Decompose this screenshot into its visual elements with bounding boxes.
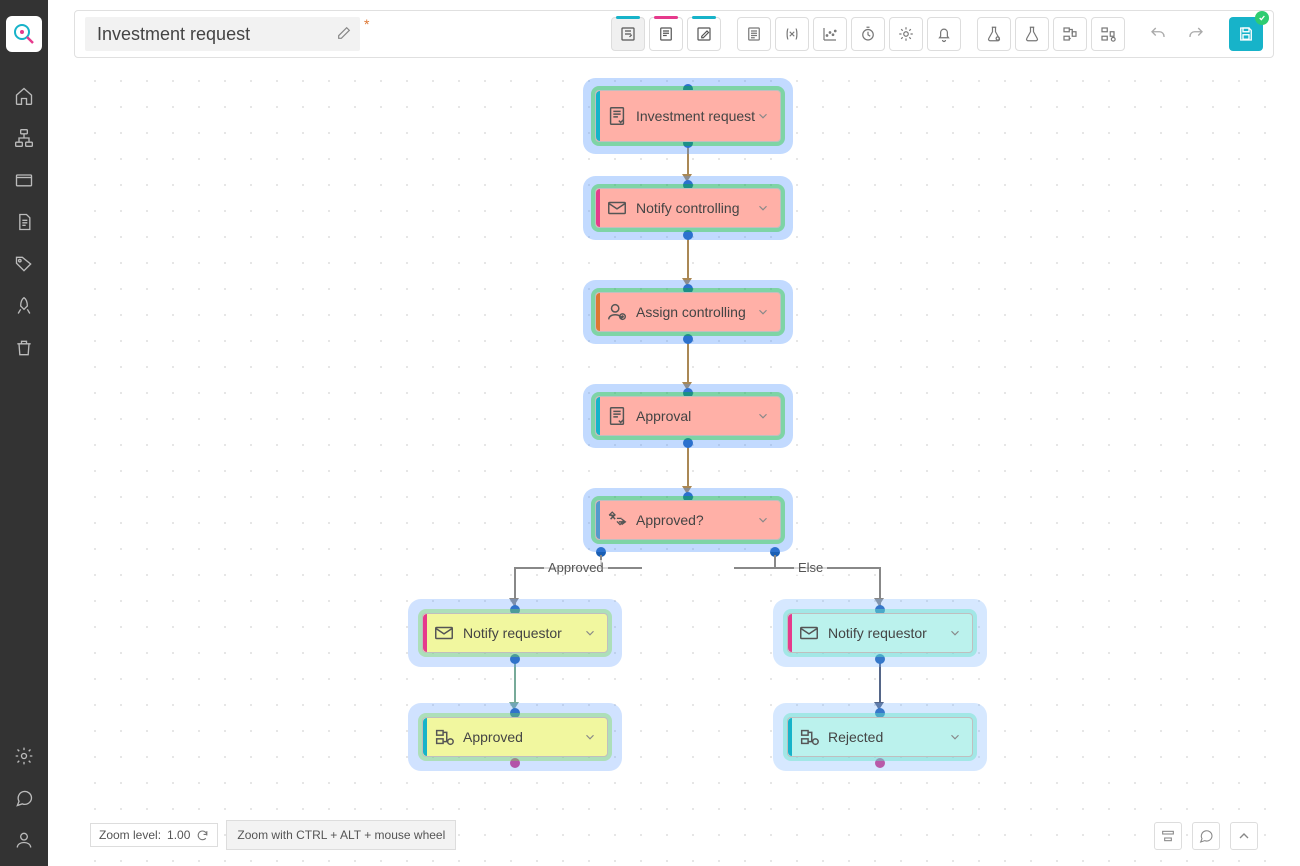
chevron-down-icon[interactable] bbox=[756, 109, 772, 123]
node-label: Approved? bbox=[636, 512, 756, 529]
launch-icon[interactable] bbox=[14, 296, 34, 316]
chevron-down-icon[interactable] bbox=[583, 730, 599, 744]
workflow-title-input[interactable] bbox=[85, 17, 360, 51]
node-label: Notify controlling bbox=[636, 200, 756, 217]
node-rejected-end[interactable]: Rejected bbox=[787, 717, 973, 757]
mail-icon bbox=[606, 197, 628, 219]
document-icon[interactable] bbox=[14, 212, 34, 232]
connector-dot bbox=[683, 230, 693, 240]
mail-icon bbox=[798, 622, 820, 644]
node-label: Investment request bbox=[636, 108, 756, 125]
node-label: Notify requestor bbox=[828, 625, 948, 642]
node-label: Approval bbox=[636, 408, 756, 425]
chevron-down-icon[interactable] bbox=[756, 201, 772, 215]
gear-button[interactable] bbox=[889, 17, 923, 51]
connector-line bbox=[879, 658, 881, 706]
condition-icon bbox=[606, 509, 628, 531]
chevron-down-icon[interactable] bbox=[948, 730, 964, 744]
tag-icon[interactable] bbox=[14, 254, 34, 274]
connector-dot bbox=[510, 654, 520, 664]
flow-end-icon bbox=[433, 726, 455, 748]
branch-label-approved: Approved bbox=[544, 560, 608, 575]
mail-icon bbox=[433, 622, 455, 644]
connector-line bbox=[514, 658, 516, 706]
feedback-icon[interactable] bbox=[14, 788, 34, 808]
edit-view-button[interactable] bbox=[687, 17, 721, 51]
variables-button[interactable] bbox=[775, 17, 809, 51]
sidebar bbox=[0, 0, 48, 866]
undo-button[interactable] bbox=[1141, 17, 1175, 51]
chart-button[interactable] bbox=[813, 17, 847, 51]
folder-icon[interactable] bbox=[14, 170, 34, 190]
check-icon bbox=[1255, 11, 1269, 25]
chevron-down-icon[interactable] bbox=[948, 626, 964, 640]
zoom-value: 1.00 bbox=[167, 828, 190, 842]
connector-dot bbox=[875, 758, 885, 768]
align-button[interactable] bbox=[1154, 822, 1182, 850]
chevron-down-icon[interactable] bbox=[583, 626, 599, 640]
node-approval[interactable]: Approval bbox=[595, 396, 781, 436]
home-icon[interactable] bbox=[14, 86, 34, 106]
chevron-down-icon[interactable] bbox=[756, 409, 772, 423]
node-notify-requestor-approved[interactable]: Notify requestor bbox=[422, 613, 608, 653]
bell-button[interactable] bbox=[927, 17, 961, 51]
top-toolbar: * bbox=[74, 10, 1274, 58]
required-star: * bbox=[364, 16, 369, 32]
refresh-icon[interactable] bbox=[196, 829, 209, 842]
chevron-down-icon[interactable] bbox=[756, 513, 772, 527]
node-approved-end[interactable]: Approved bbox=[422, 717, 608, 757]
comment-button[interactable] bbox=[1192, 822, 1220, 850]
connector-dot bbox=[510, 758, 520, 768]
user-plus-icon bbox=[606, 301, 628, 323]
connector-line bbox=[687, 234, 689, 282]
node-label: Assign controlling bbox=[636, 304, 756, 321]
export-button[interactable] bbox=[1053, 17, 1087, 51]
zoom-hint: Zoom with CTRL + ALT + mouse wheel bbox=[226, 820, 456, 850]
save-button[interactable] bbox=[1229, 17, 1263, 51]
connector-dot bbox=[875, 654, 885, 664]
node-notify-controlling[interactable]: Notify controlling bbox=[595, 188, 781, 228]
node-label: Rejected bbox=[828, 729, 948, 746]
user-icon[interactable] bbox=[14, 830, 34, 850]
collapse-button[interactable] bbox=[1230, 822, 1258, 850]
flask-b-button[interactable] bbox=[1015, 17, 1049, 51]
node-approved-condition[interactable]: Approved? bbox=[595, 500, 781, 540]
node-label: Approved bbox=[463, 729, 583, 746]
redo-button[interactable] bbox=[1179, 17, 1213, 51]
trash-icon[interactable] bbox=[14, 338, 34, 358]
form-icon bbox=[606, 105, 628, 127]
footer-bar: Zoom level: 1.00 Zoom with CTRL + ALT + … bbox=[90, 820, 456, 850]
edit-icon[interactable] bbox=[336, 25, 352, 41]
node-label: Notify requestor bbox=[463, 625, 583, 642]
node-investment-request[interactable]: Investment request bbox=[595, 90, 781, 142]
timer-button[interactable] bbox=[851, 17, 885, 51]
main-area: * bbox=[48, 0, 1300, 866]
import-button[interactable] bbox=[1091, 17, 1125, 51]
flask-a-button[interactable] bbox=[977, 17, 1011, 51]
branch-line bbox=[774, 555, 776, 567]
connector-dot bbox=[683, 438, 693, 448]
connector-line bbox=[687, 338, 689, 386]
list-button[interactable] bbox=[737, 17, 771, 51]
node-assign-controlling[interactable]: Assign controlling bbox=[595, 292, 781, 332]
form-icon bbox=[606, 405, 628, 427]
settings-icon[interactable] bbox=[14, 746, 34, 766]
workflow-canvas[interactable]: Approved Else Investment request bbox=[74, 60, 1274, 866]
connector-line bbox=[687, 442, 689, 490]
workflow-icon[interactable] bbox=[14, 128, 34, 148]
branch-label-else: Else bbox=[794, 560, 827, 575]
node-notify-requestor-rejected[interactable]: Notify requestor bbox=[787, 613, 973, 653]
flow-end-icon bbox=[798, 726, 820, 748]
form-view-button[interactable] bbox=[649, 17, 683, 51]
zoom-label: Zoom level: bbox=[99, 828, 161, 842]
chevron-down-icon[interactable] bbox=[756, 305, 772, 319]
app-logo[interactable] bbox=[6, 16, 42, 52]
connector-dot bbox=[683, 334, 693, 344]
zoom-level-box[interactable]: Zoom level: 1.00 bbox=[90, 823, 218, 847]
designer-view-button[interactable] bbox=[611, 17, 645, 51]
